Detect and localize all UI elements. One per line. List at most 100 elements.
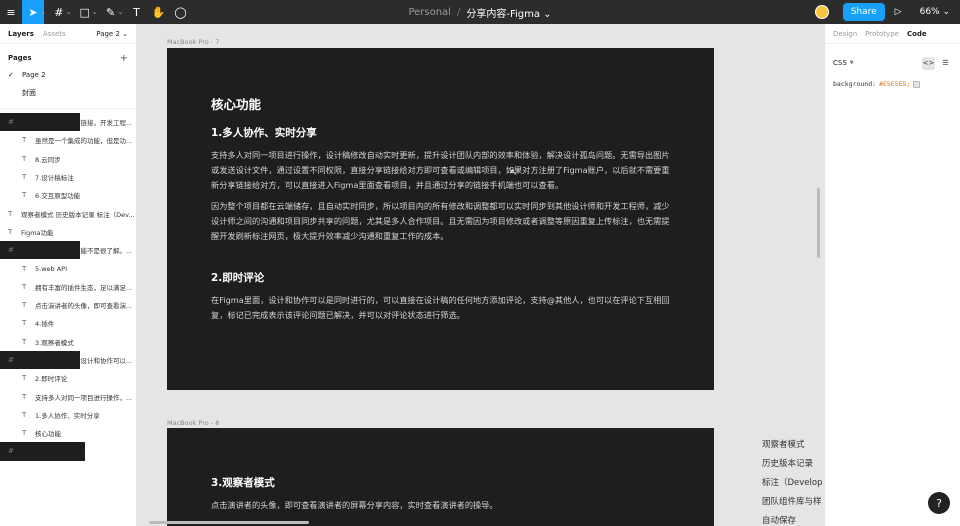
paragraph-collaboration-1[interactable]: 支持多人对同一项目进行操作，设计稿修改自动实时更新，提升设计团队内部的效率和体验… [211, 148, 670, 193]
css-value: #E5E5E5; [879, 80, 911, 88]
code-view-icon[interactable]: <> [922, 56, 935, 70]
layer-label: 点击演讲者的头像，即可查看演... [35, 302, 133, 311]
layer-text-row[interactable]: T 支持多人对同一项目进行操作，... [0, 387, 136, 405]
layer-text-row[interactable]: T 2.即时评论 [0, 369, 136, 387]
layer-label: 观察者模式 历史版本记录 标注（Dev... [21, 210, 135, 219]
share-button[interactable]: Share [842, 3, 885, 21]
feature-list-item: 观察者模式 [762, 440, 805, 450]
layer-label: MacBook Pro - 8 [21, 246, 81, 255]
page-item[interactable]: ✓ Page 2 [0, 66, 136, 84]
heading-core-features[interactable]: 核心功能 [211, 94, 670, 113]
layer-text-row[interactable]: T 点击演讲者的头像，即可查看演... [0, 296, 136, 314]
code-language-dropdown[interactable]: CSS [833, 59, 847, 67]
left-panel-tabs: Layers Assets Page 2 ⌄ [0, 24, 136, 44]
layer-frame-row[interactable]: # MacBook Pro - 9 [0, 113, 81, 132]
main-menu-icon[interactable]: ≡ [0, 0, 22, 24]
tab-code[interactable]: Code [907, 30, 927, 38]
feature-list-text[interactable]: 观察者模式 历史版本记录 标注（Develop 团队组件库与样 自动保存 [762, 436, 823, 526]
layer-text-row[interactable]: T 1.多人协作、实时分享 [0, 406, 136, 424]
shape-tool-caret-icon[interactable]: ⌄ [92, 8, 98, 16]
frame-layer-icon: # [8, 447, 14, 456]
frame-tool-caret-icon[interactable]: ⌄ [66, 8, 72, 16]
page-label: 封面 [22, 89, 36, 97]
css-code-line[interactable]: background: #E5E5E5; [825, 80, 960, 88]
feature-list-item: 标注（Develop [762, 478, 823, 488]
chevron-down-icon[interactable]: ▼ [850, 60, 854, 66]
layer-label: 拥有丰富的插件生态，足以满足... [35, 283, 133, 292]
list-view-icon[interactable]: ☰ [939, 57, 952, 70]
file-title-dropdown[interactable]: 分享内容-Figma ⌄ [466, 5, 551, 20]
layers-panel: Layers Assets Page 2 ⌄ Pages + ✓ Page 2 … [0, 24, 137, 526]
frame-macbook-pro-7[interactable]: 核心功能 1.多人协作、实时分享 支持多人对同一项目进行操作，设计稿修改自动实时… [167, 48, 714, 390]
layer-label: MacBook Pro - 9 [21, 118, 81, 127]
layer-frame-row[interactable]: # MacBook Pro - 14 [0, 442, 85, 461]
frame-label-macbook-pro-7[interactable]: MacBook Pro - 7 [167, 38, 219, 46]
present-play-icon[interactable]: ▷ [895, 7, 902, 17]
layer-label: 4.插件 [35, 320, 55, 329]
css-property: background: [833, 80, 877, 88]
layer-label: 核心功能 [35, 430, 61, 439]
breadcrumb-separator: / [456, 6, 461, 18]
paragraph-comments[interactable]: 在Figma里面，设计和协作可以是同时进行的，可以直接在设计稿的任何地方添加评论… [211, 293, 670, 323]
tab-design[interactable]: Design [833, 30, 857, 38]
frame-macbook-pro-8[interactable]: 3.观察者模式 点击演讲者的头像，即可查看演讲者的屏幕分享内容，实时查看演讲者的… [167, 428, 714, 526]
layer-label: 5.web API [35, 264, 67, 273]
user-avatar[interactable] [814, 5, 829, 19]
layer-label: 7.设计稿标注 [35, 174, 74, 183]
hand-tool-icon[interactable]: ✋ [148, 0, 170, 24]
horizontal-scrollbar[interactable] [149, 521, 309, 524]
frame-layer-icon: # [8, 356, 14, 364]
code-language-row: CSS ▼ <> ☰ [825, 56, 960, 70]
text-layer-icon: T [22, 337, 27, 346]
layer-text-row[interactable]: T 6.交互原型功能 [0, 186, 136, 204]
layer-text-row[interactable]: T 核心功能 [0, 424, 136, 442]
text-layer-icon: T [8, 227, 13, 236]
feature-list-item: 团队组件库与样 [762, 497, 822, 507]
team-name-link[interactable]: Personal [408, 7, 451, 18]
layer-text-row[interactable]: T 8.云同步 [0, 150, 136, 168]
vertical-scrollbar[interactable] [817, 188, 820, 258]
tab-prototype[interactable]: Prototype [865, 30, 899, 38]
layer-text-row[interactable]: T 虽然是一个集成的功能，但是功... [0, 131, 136, 149]
help-button[interactable]: ? [928, 492, 950, 514]
layer-frame-row[interactable]: # MacBook Pro - 8 [0, 241, 81, 260]
add-page-icon[interactable]: + [120, 53, 128, 64]
text-tool-icon[interactable]: T [126, 0, 148, 24]
layer-label: 支持多人对同一项目进行操作，... [35, 393, 133, 402]
layer-text-row[interactable]: T Figma功能 [0, 223, 136, 241]
frame-label-macbook-pro-8[interactable]: MacBook Pro - 8 [167, 419, 219, 427]
layer-text-row[interactable]: T 拥有丰富的插件生态，足以满足... [0, 278, 136, 296]
move-tool-caret-icon[interactable]: ⌄ [40, 8, 46, 16]
zoom-level-dropdown[interactable]: 66% ⌄ [920, 7, 950, 17]
paragraph-observer[interactable]: 点击演讲者的头像，即可查看演讲者的屏幕分享内容，实时查看演讲者的操导。 [211, 498, 670, 513]
comment-tool-icon[interactable]: ◯ [170, 0, 192, 24]
layer-text-row[interactable]: T 观察者模式 历史版本记录 标注（Dev... [0, 204, 136, 222]
frame-layer-icon: # [8, 118, 14, 127]
layer-text-row[interactable]: T 5.web API [0, 259, 136, 277]
feature-list-item: 历史版本记录 [762, 459, 814, 469]
section-title-collaboration[interactable]: 1.多人协作、实时分享 [211, 125, 670, 140]
text-layer-icon: T [22, 154, 27, 163]
section-title-comments[interactable]: 2.即时评论 [211, 270, 670, 285]
text-layer-icon: T [22, 282, 27, 291]
section-title-observer[interactable]: 3.观察者模式 [211, 475, 670, 490]
pages-header: Pages + [0, 50, 136, 66]
layer-text-row[interactable]: T 3.观察者模式 [0, 333, 136, 351]
layer-label: MacBook Pro - 14 [21, 447, 85, 456]
layer-text-row[interactable]: T 7.设计稿标注 [0, 168, 136, 186]
tab-layers[interactable]: Layers [8, 30, 34, 38]
paragraph-collaboration-2[interactable]: 因为整个项目都在云端储存，且自动实时同步，所以项目内的所有修改和调整都可以实时同… [211, 199, 670, 244]
code-view-tools: <> ☰ [922, 56, 952, 70]
text-layer-icon: T [22, 136, 27, 145]
feature-list-item: 自动保存 [762, 516, 797, 526]
pen-tool-caret-icon[interactable]: ⌄ [118, 8, 124, 16]
design-canvas[interactable]: MacBook Pro - 7 核心功能 1.多人协作、实时分享 支持多人对同一… [137, 24, 824, 526]
layer-label: 8.云同步 [35, 155, 61, 164]
layer-text-row[interactable]: T 4.插件 [0, 314, 136, 332]
tab-assets[interactable]: Assets [43, 30, 66, 38]
page-item[interactable]: 封面 [0, 84, 136, 102]
layer-frame-row[interactable]: # MacBook Pro - 7 [0, 350, 81, 370]
page-select-dropdown[interactable]: Page 2 ⌄ [96, 30, 128, 38]
layers-list: #MacBook Pro - 9T通过分享出去的链接，开发工程...T虽然是一个… [0, 108, 136, 461]
layer-label: MacBook Pro - 7 [21, 356, 81, 364]
